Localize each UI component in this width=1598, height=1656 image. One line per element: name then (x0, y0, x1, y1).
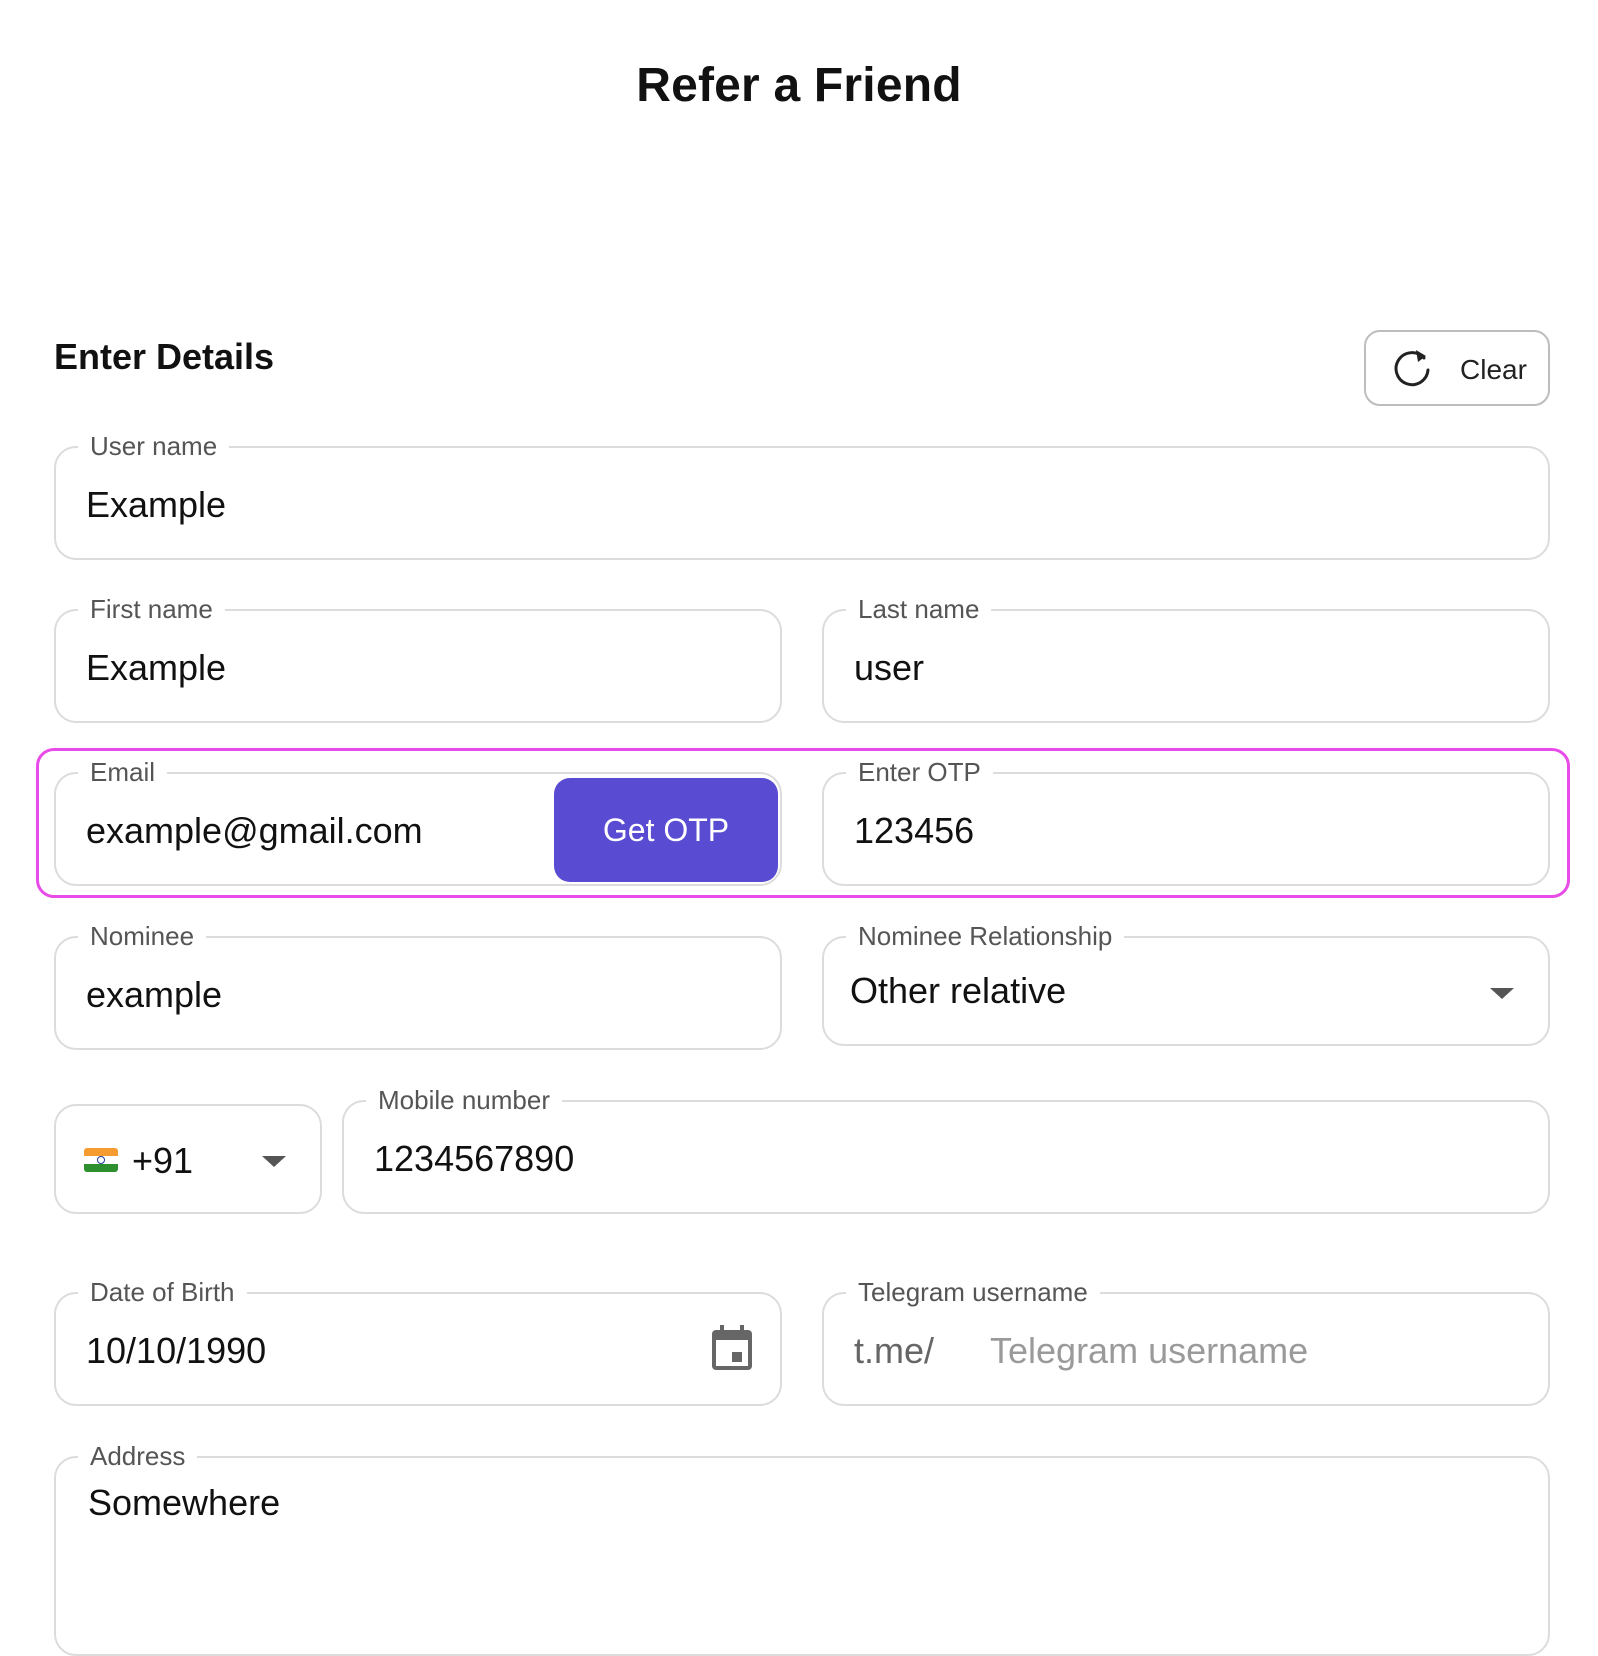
nominee-label: Nominee (78, 921, 207, 951)
refresh-icon (1394, 350, 1430, 387)
otp-label: Enter OTP (846, 757, 993, 787)
first-name-field[interactable]: First name Example (54, 594, 782, 723)
telegram-username-input[interactable]: Telegram username (990, 1330, 1308, 1372)
nominee-relationship-label: Nominee Relationship (846, 921, 1125, 951)
clear-button[interactable]: Clear (1364, 330, 1550, 406)
first-name-input[interactable]: Example (86, 647, 226, 689)
mobile-number-input[interactable]: 1234567890 (374, 1138, 574, 1180)
date-of-birth-input[interactable]: 10/10/1990 (86, 1330, 266, 1372)
country-code-value: +91 (132, 1140, 194, 1181)
telegram-username-field[interactable]: Telegram username t.me/ Telegram usernam… (822, 1277, 1550, 1406)
user-name-label: User name (78, 431, 230, 461)
last-name-label: Last name (846, 594, 992, 624)
email-input[interactable]: example@gmail.com (86, 810, 423, 852)
user-name-input[interactable]: Example (86, 484, 226, 526)
telegram-prefix: t.me/ (854, 1330, 935, 1371)
email-label: Email (78, 757, 168, 787)
nominee-relationship-value: Other relative (850, 970, 1067, 1011)
clear-button-label: Clear (1460, 354, 1527, 385)
mobile-number-field[interactable]: Mobile number 1234567890 (342, 1085, 1550, 1214)
chevron-down-icon (1490, 988, 1514, 999)
nominee-input[interactable]: example (86, 974, 222, 1016)
date-of-birth-label: Date of Birth (78, 1277, 247, 1307)
last-name-input[interactable]: user (854, 647, 924, 689)
section-title: Enter Details (54, 336, 275, 377)
country-code-select[interactable]: +91 (54, 1104, 322, 1214)
user-name-field[interactable]: User name Example (54, 431, 1550, 560)
mobile-number-label: Mobile number (366, 1085, 562, 1115)
calendar-icon[interactable] (710, 1324, 754, 1372)
otp-field[interactable]: Enter OTP 123456 (822, 757, 1550, 886)
chevron-down-icon (262, 1156, 286, 1167)
address-field[interactable]: Address Somewhere (54, 1441, 1550, 1656)
address-input[interactable]: Somewhere (88, 1482, 280, 1524)
india-flag-icon (84, 1148, 118, 1172)
nominee-relationship-select[interactable]: Nominee Relationship Other relative (822, 921, 1550, 1046)
date-of-birth-field[interactable]: Date of Birth 10/10/1990 (54, 1277, 782, 1406)
telegram-username-label: Telegram username (846, 1277, 1100, 1307)
page-title: Refer a Friend (636, 59, 962, 112)
get-otp-button[interactable]: Get OTP (554, 778, 778, 882)
first-name-label: First name (78, 594, 225, 624)
otp-input[interactable]: 123456 (854, 810, 974, 852)
address-label: Address (78, 1441, 198, 1471)
nominee-field[interactable]: Nominee example (54, 921, 782, 1050)
last-name-field[interactable]: Last name user (822, 594, 1550, 723)
